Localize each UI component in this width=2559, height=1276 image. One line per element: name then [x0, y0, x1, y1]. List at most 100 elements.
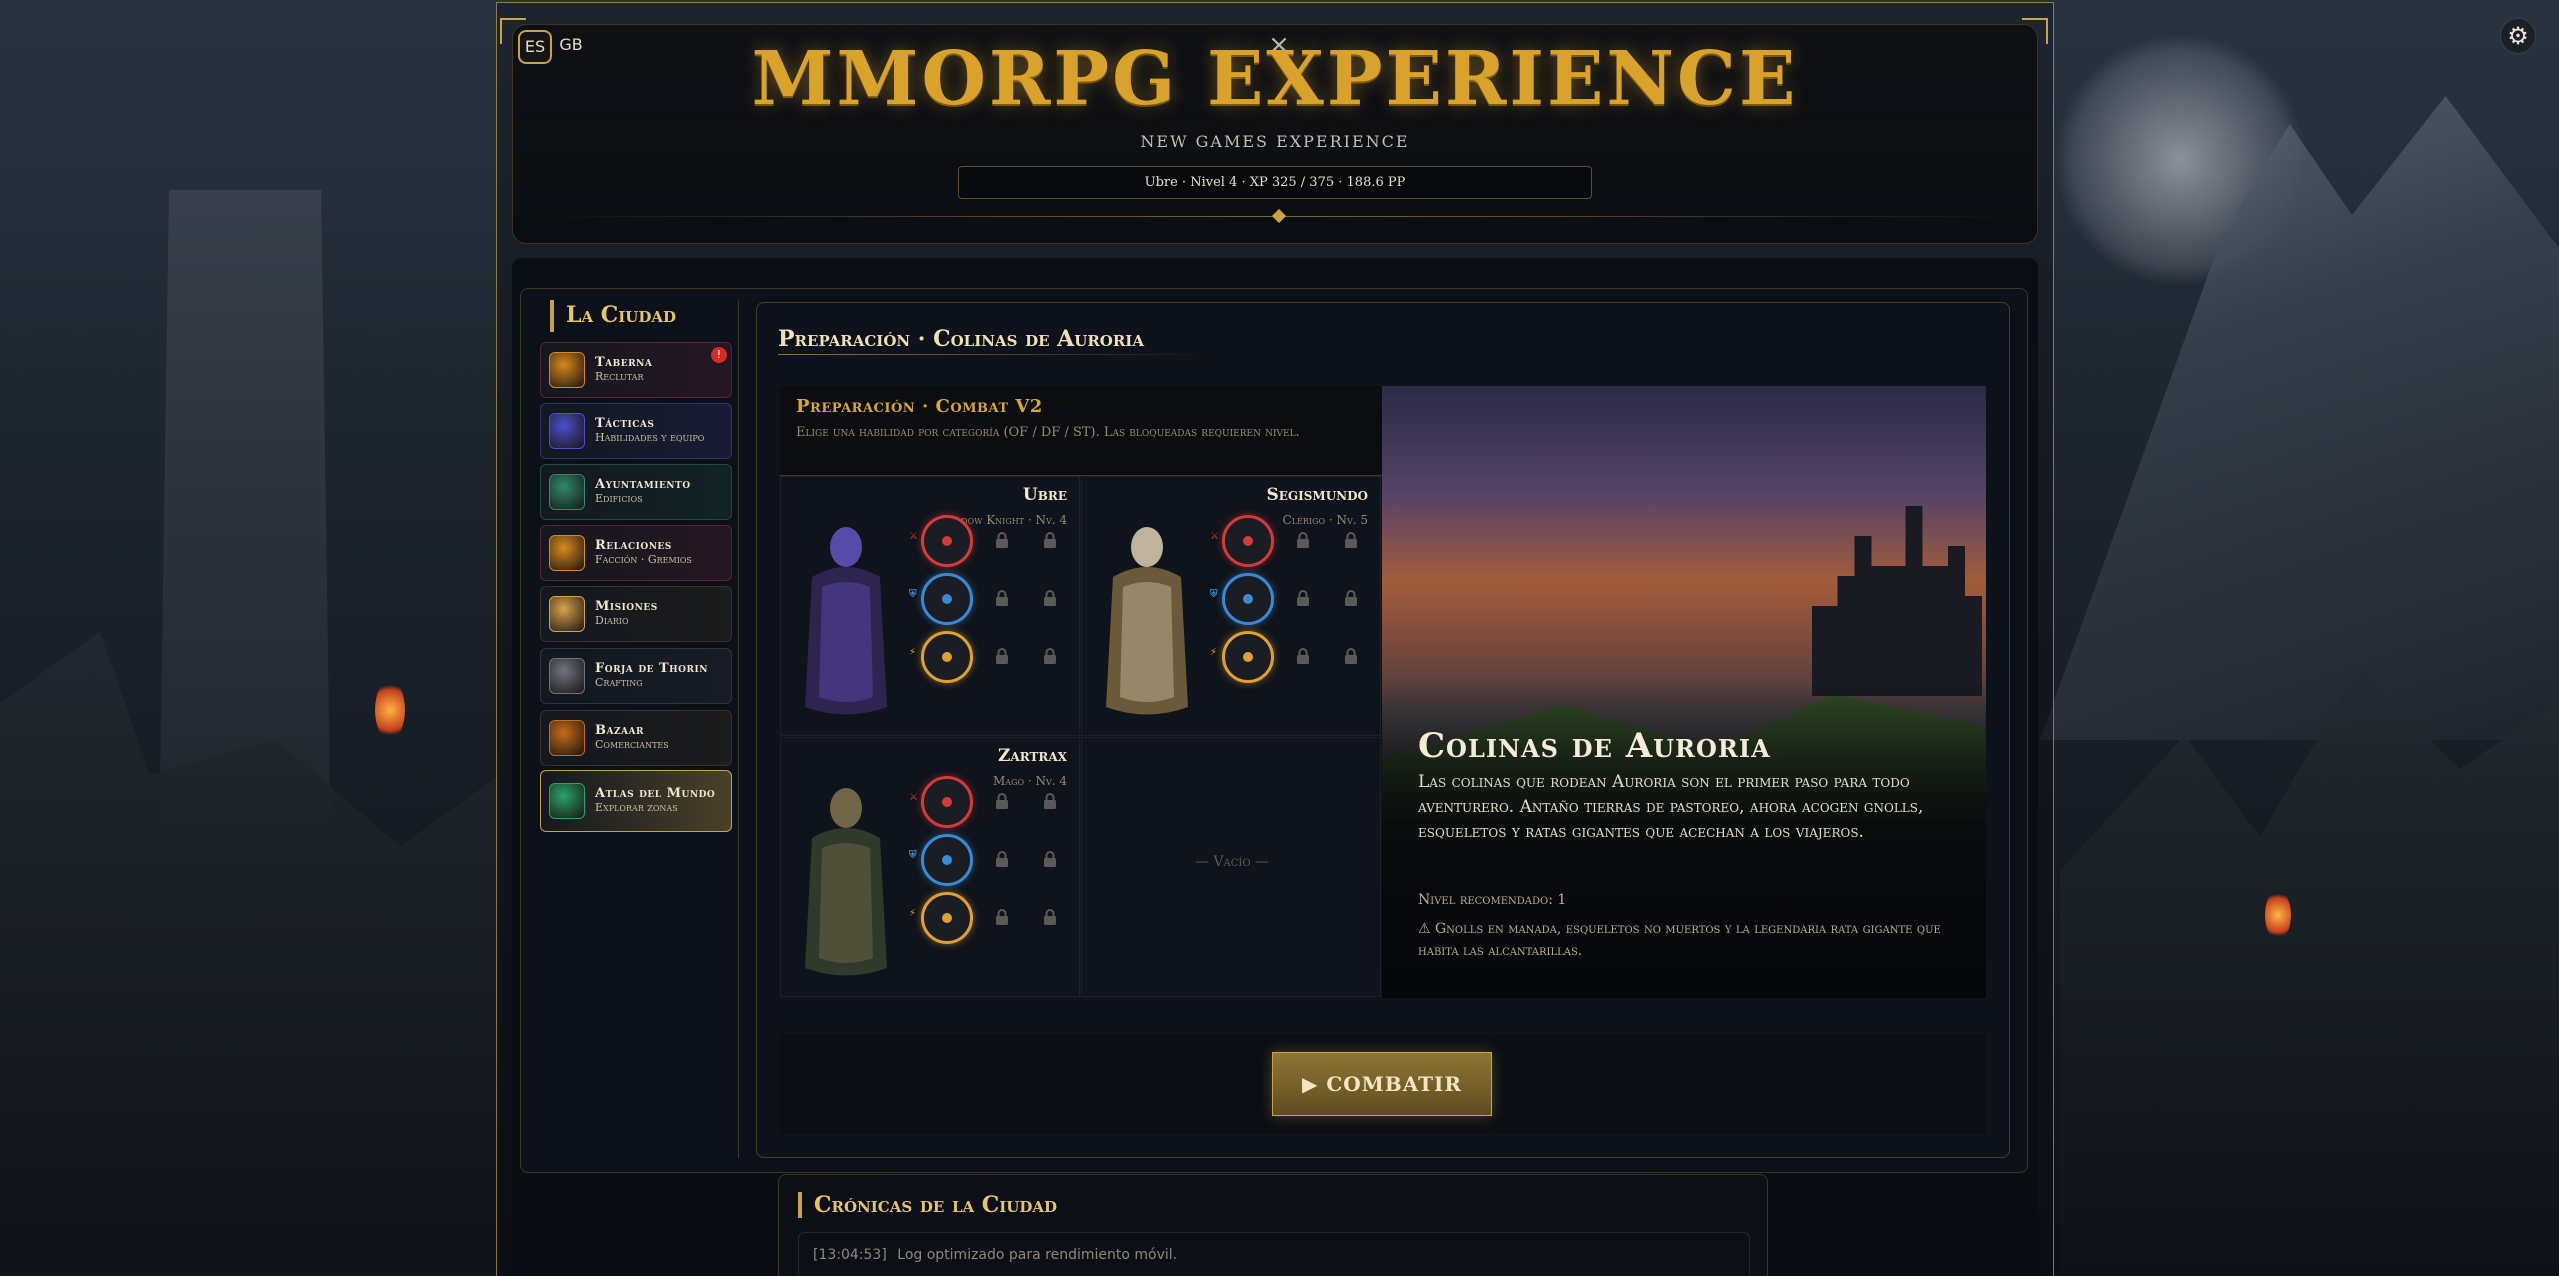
- hero-portrait: [787, 768, 905, 994]
- sidebar-item-label: Tácticas: [595, 416, 655, 432]
- skill-row: ⚡: [1210, 631, 1380, 683]
- sidebar-item-sublabel: Edificios: [595, 492, 643, 506]
- skill-row: ⚔: [909, 515, 1079, 567]
- hero-name: Zartrax: [997, 746, 1067, 766]
- skill-icon: [942, 797, 952, 807]
- bazaar-icon: [549, 720, 585, 756]
- chronicles-title: Crónicas de la Ciudad: [798, 1192, 1057, 1218]
- lock-icon: [995, 908, 1009, 926]
- sidebar-item-sublabel: Crafting: [595, 676, 643, 690]
- ruin-right-art: [2060, 667, 2559, 1276]
- skill-row: ⛨: [909, 834, 1079, 886]
- sidebar-item-label: Taberna: [595, 355, 653, 371]
- hero-name: Ubre: [1022, 485, 1067, 505]
- title-underline: [778, 354, 1210, 355]
- lock-icon: [1043, 647, 1057, 665]
- skill-row: ⚡: [909, 631, 1079, 683]
- forge-icon: [549, 658, 585, 694]
- skill-row: ⚡: [909, 892, 1079, 944]
- party-slot[interactable]: Ubre Shadow Knight · Nv. 4 ⚔ ⛨ ⚡: [780, 476, 1080, 736]
- sidebar-item-text: Forja de Thorin Crafting: [595, 661, 708, 690]
- sidebar-divider: [738, 300, 739, 1158]
- atlas-icon: [549, 783, 585, 819]
- zone-name: Colinas de Auroria: [1418, 726, 1771, 766]
- player-status-bar: Ubre · Nivel 4 · XP 325 / 375 · 188.6 PP: [958, 166, 1592, 199]
- sidebar-item-misiones[interactable]: Misiones Diario: [540, 586, 732, 642]
- sidebar-item-sublabel: Habilidades y equipo: [595, 431, 705, 445]
- lock-icon: [995, 647, 1009, 665]
- party-slot[interactable]: Zartrax Mago · Nv. 4 ⚔ ⛨ ⚡: [780, 737, 1080, 997]
- party-slot[interactable]: Segismundo Clérigo · Nv. 5 ⚔ ⛨ ⚡: [1081, 476, 1381, 736]
- skill-category-icon: ⚡: [909, 908, 917, 919]
- skill-row: ⛨: [1210, 573, 1380, 625]
- skill-icon: [1243, 594, 1253, 604]
- skill-icon: [1243, 652, 1253, 662]
- relations-icon: [549, 535, 585, 571]
- ruin-left-art: [0, 631, 500, 1276]
- sidebar-item-text: Relaciones Facción · Gremios: [595, 538, 692, 567]
- game-title: MMORPG EXPERIENCE: [751, 36, 1799, 122]
- sidebar-item-label: Ayuntamiento: [595, 477, 691, 493]
- lock-icon: [1043, 589, 1057, 607]
- lock-icon: [1296, 531, 1310, 549]
- sidebar-item-sublabel: Diario: [595, 614, 629, 628]
- skill-slot[interactable]: [1222, 515, 1274, 567]
- sidebar-item-taberna[interactable]: Taberna Reclutar!: [540, 342, 732, 398]
- combat-info-box: Preparación · Combat V2 Elige una habili…: [780, 386, 1382, 476]
- skill-icon: [942, 855, 952, 865]
- skill-icon: [942, 913, 952, 923]
- lock-icon: [1043, 792, 1057, 810]
- sidebar-item-label: Relaciones: [595, 538, 672, 554]
- empty-slot-label: — Vacío —: [1194, 854, 1270, 870]
- skill-slot[interactable]: [1222, 573, 1274, 625]
- skill-slot[interactable]: [921, 834, 973, 886]
- sidebar-item-ayuntamiento[interactable]: Ayuntamiento Edificios: [540, 464, 732, 520]
- chronicles-log[interactable]: [13:04:53] Log optimizado para rendimien…: [798, 1232, 1750, 1276]
- sidebar-item-sublabel: Reclutar: [595, 370, 644, 384]
- lock-icon: [1296, 589, 1310, 607]
- castle-art: [1812, 506, 1982, 696]
- sidebar-item-atlas-del-mundo[interactable]: Atlas del Mundo Explorar zonas: [540, 770, 732, 832]
- log-text: Log optimizado para rendimiento móvil.: [897, 1247, 1178, 1263]
- skill-slot[interactable]: [921, 573, 973, 625]
- preparation-title: Preparación · Colinas de Auroria: [778, 326, 1144, 352]
- skill-icon: [1243, 536, 1253, 546]
- torch-fire-left: [375, 680, 405, 740]
- sidebar-item-text: Tácticas Habilidades y equipo: [595, 416, 705, 445]
- hero-portrait: [787, 507, 905, 733]
- skill-slot[interactable]: [921, 892, 973, 944]
- empty-party-slot[interactable]: — Vacío —: [1081, 737, 1381, 997]
- log-timestamp: [13:04:53]: [813, 1247, 887, 1263]
- sidebar-item-label: Forja de Thorin: [595, 661, 708, 677]
- sidebar-item-bazaar[interactable]: Bazaar Comerciantes: [540, 710, 732, 766]
- skill-row: ⛨: [909, 573, 1079, 625]
- lock-icon: [1043, 850, 1057, 868]
- gear-icon[interactable]: ⚙: [2500, 18, 2536, 54]
- skill-category-icon: ⚔: [1210, 531, 1219, 542]
- zone-description: Las colinas que rodean Auroria son el pr…: [1418, 772, 1924, 842]
- skill-slot[interactable]: [1222, 631, 1274, 683]
- fight-button[interactable]: ▶ COMBATIR: [1272, 1052, 1492, 1116]
- lock-icon: [995, 589, 1009, 607]
- sidebar-item-label: Misiones: [595, 599, 658, 615]
- sidebar-item-sublabel: Comerciantes: [595, 738, 669, 752]
- sidebar-item-text: Atlas del Mundo Explorar zonas: [595, 786, 715, 815]
- skill-category-icon: ⛨: [909, 589, 917, 600]
- sidebar-item-t-cticas[interactable]: Tácticas Habilidades y equipo: [540, 403, 732, 459]
- sidebar-item-text: Misiones Diario: [595, 599, 658, 628]
- mountain-art: [2040, 96, 2559, 740]
- skill-category-icon: ⚡: [1210, 647, 1218, 658]
- skill-category-icon: ⛨: [1210, 589, 1218, 600]
- sidebar-title: La Ciudad: [550, 300, 676, 332]
- tactics-icon: [549, 413, 585, 449]
- alert-badge: !: [711, 347, 727, 363]
- skill-slot[interactable]: [921, 776, 973, 828]
- zone-warning: ⚠ Gnolls en manada, esqueletos no muerto…: [1418, 921, 1941, 959]
- skill-slot[interactable]: [921, 631, 973, 683]
- sidebar-item-forja-de-thorin[interactable]: Forja de Thorin Crafting: [540, 648, 732, 704]
- skill-icon: [942, 652, 952, 662]
- skill-slot[interactable]: [921, 515, 973, 567]
- sidebar-item-relaciones[interactable]: Relaciones Facción · Gremios: [540, 525, 732, 581]
- quest-icon: [549, 596, 585, 632]
- townhall-icon: [549, 474, 585, 510]
